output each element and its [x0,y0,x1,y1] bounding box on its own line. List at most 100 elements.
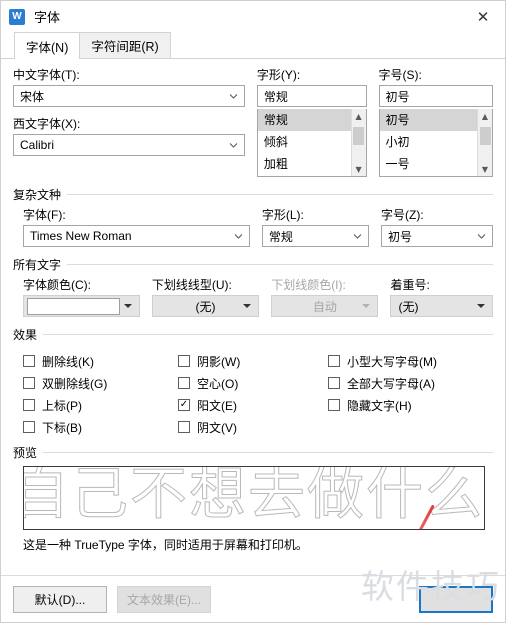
cs-style-combo[interactable]: 常规 [261,225,370,247]
default-button[interactable]: 默认(D)... [13,585,107,613]
effects-column-3: 小型大写字母(M) 全部大写字母(A) 隐藏文字(H) [328,350,488,438]
checkbox-icon[interactable] [178,377,190,389]
style-input[interactable]: 常规 [256,85,367,107]
effects-column-2: 阴影(W) 空心(O) ✓ 阳文(E) 阴文(V) [178,350,328,438]
checkbox-label: 阴文(V) [197,420,237,435]
group-title-text: 复杂文种 [13,186,68,203]
font-inputs-row: 宋体 常规 初号 [13,85,493,107]
size-list-items: 初号 小初 一号 [379,109,477,176]
checkbox-label: 删除线(K) [42,354,94,369]
size-value: 初号 [385,89,410,104]
western-and-lists-row: 西文字体(X): Calibri 常规 倾斜 加粗 ▲ ▼ 初号 小初 一号 ▲… [13,107,493,177]
caret-down-icon [362,304,371,308]
checkbox-icon[interactable] [328,355,340,367]
checkbox-label: 上标(P) [42,398,82,413]
cs-font-combo[interactable]: Times New Roman [23,225,250,247]
size-list-scrollbar[interactable]: ▲ ▼ [477,109,492,176]
close-icon[interactable]: ✕ [461,1,505,32]
cs-font-value: Times New Roman [30,229,132,243]
list-item[interactable]: 一号 [380,153,477,175]
checkbox-icon-checked[interactable]: ✓ [178,399,190,411]
preview-note: 这是一种 TrueType 字体，同时适用于屏幕和打印机。 [23,538,308,552]
checkbox-icon[interactable] [328,399,340,411]
cs-style-value: 常规 [268,229,293,244]
underline-style-combo[interactable]: (无) [151,295,260,317]
effects-group: 效果 删除线(K) 双删除线(G) 上标(P) 下标(B) 阴影(W) 空心(O… [13,326,493,438]
checkbox-superscript[interactable]: 上标(P) [23,394,178,416]
confirm-button[interactable] [419,585,493,613]
western-font-label: 西文字体(X): [13,117,81,131]
checkbox-icon[interactable] [23,421,35,433]
style-list-scrollbar[interactable]: ▲ ▼ [350,109,366,176]
western-font-value: Calibri [20,138,55,152]
scroll-down-icon[interactable]: ▼ [351,162,366,176]
group-divider [43,452,493,453]
emphasis-value: (无) [398,299,419,314]
cn-font-value: 宋体 [20,89,45,104]
scroll-down-icon[interactable]: ▼ [478,162,492,176]
style-listbox[interactable]: 常规 倾斜 加粗 ▲ ▼ [256,109,367,177]
checkbox-subscript[interactable]: 下标(B) [23,416,178,438]
checkbox-label: 下标(B) [42,420,82,435]
font-color-combo[interactable] [23,295,140,317]
size-listbox[interactable]: 初号 小初 一号 ▲ ▼ [378,109,493,177]
checkbox-icon[interactable] [23,355,35,367]
scroll-up-icon[interactable]: ▲ [351,109,366,123]
checkbox-shadow[interactable]: 阴影(W) [178,350,328,372]
all-text-group-title: 所有文字 [13,256,493,273]
western-font-combo[interactable]: Calibri [13,134,245,156]
preview-group-title: 预览 [13,444,493,461]
scrollbar-thumb[interactable] [353,127,365,145]
checkbox-hidden-text[interactable]: 隐藏文字(H) [328,394,488,416]
checkbox-outline[interactable]: 空心(O) [178,372,328,394]
font-dialog: W 字体 ✕ 字体(N) 字符间距(R) 中文字体(T): 字形(Y): 字号(… [0,0,506,623]
list-item[interactable]: 初号 [379,109,477,131]
all-text-labels: 字体颜色(C): 下划线线型(U): 下划线颜色(I): 着重号: [23,278,493,295]
checkbox-label: 阴影(W) [197,354,241,369]
tab-font[interactable]: 字体(N) [14,32,81,59]
checkbox-icon[interactable] [23,399,35,411]
checkbox-icon[interactable] [178,355,190,367]
checkbox-double-strikethrough[interactable]: 双删除线(G) [23,372,178,394]
checkbox-icon[interactable] [328,377,340,389]
complex-script-group: 复杂文种 字体(F): 字形(L): 字号(Z): Times New Roma… [13,186,493,247]
chevron-down-icon [477,232,486,241]
style-list-items: 常规 倾斜 加粗 [257,109,351,176]
checkbox-label: 阳文(E) [197,398,237,413]
underline-color-combo: 自动 [271,295,379,317]
checkbox-engrave[interactable]: 阴文(V) [178,416,328,438]
chevron-down-icon [234,232,243,241]
scroll-up-icon[interactable]: ▲ [478,109,492,123]
group-divider [67,194,493,195]
caret-down-icon [243,304,252,308]
underline-style-value: (无) [195,299,216,314]
complex-script-inputs: Times New Roman 常规 初号 [23,225,493,247]
all-text-inputs: (无) 自动 (无) [23,295,493,317]
checkbox-strikethrough[interactable]: 删除线(K) [23,350,178,372]
cs-size-value: 初号 [388,229,413,244]
list-item[interactable]: 倾斜 [258,131,351,153]
scrollbar-thumb[interactable] [479,127,491,145]
checkbox-all-caps[interactable]: 全部大写字母(A) [328,372,488,394]
checkbox-icon[interactable] [23,377,35,389]
checkbox-icon[interactable] [178,421,190,433]
list-item[interactable]: 常规 [257,109,351,131]
tab-strip: 字体(N) 字符间距(R) [1,32,505,59]
checkbox-small-caps[interactable]: 小型大写字母(M) [328,350,488,372]
underline-color-value: 自动 [312,299,337,314]
chevron-down-icon [229,141,238,150]
tab-character-spacing[interactable]: 字符间距(R) [79,32,171,58]
size-input[interactable]: 初号 [378,85,493,107]
checkbox-emboss[interactable]: ✓ 阳文(E) [178,394,328,416]
checkbox-label: 小型大写字母(M) [347,354,437,369]
cs-size-combo[interactable]: 初号 [381,225,493,247]
wps-writer-icon: W [9,8,25,25]
window-title: 字体 [34,10,61,25]
list-item[interactable]: 加粗 [258,153,351,175]
cn-font-combo[interactable]: 宋体 [13,85,245,107]
emphasis-label: 着重号: [390,278,430,292]
emphasis-combo[interactable]: (无) [390,295,493,317]
list-item[interactable]: 小初 [380,131,477,153]
all-text-fields: 字体颜色(C): 下划线线型(U): 下划线颜色(I): 着重号: (无) 自动… [13,278,493,317]
dialog-footer: 默认(D)... 文本效果(E)... [1,575,505,622]
